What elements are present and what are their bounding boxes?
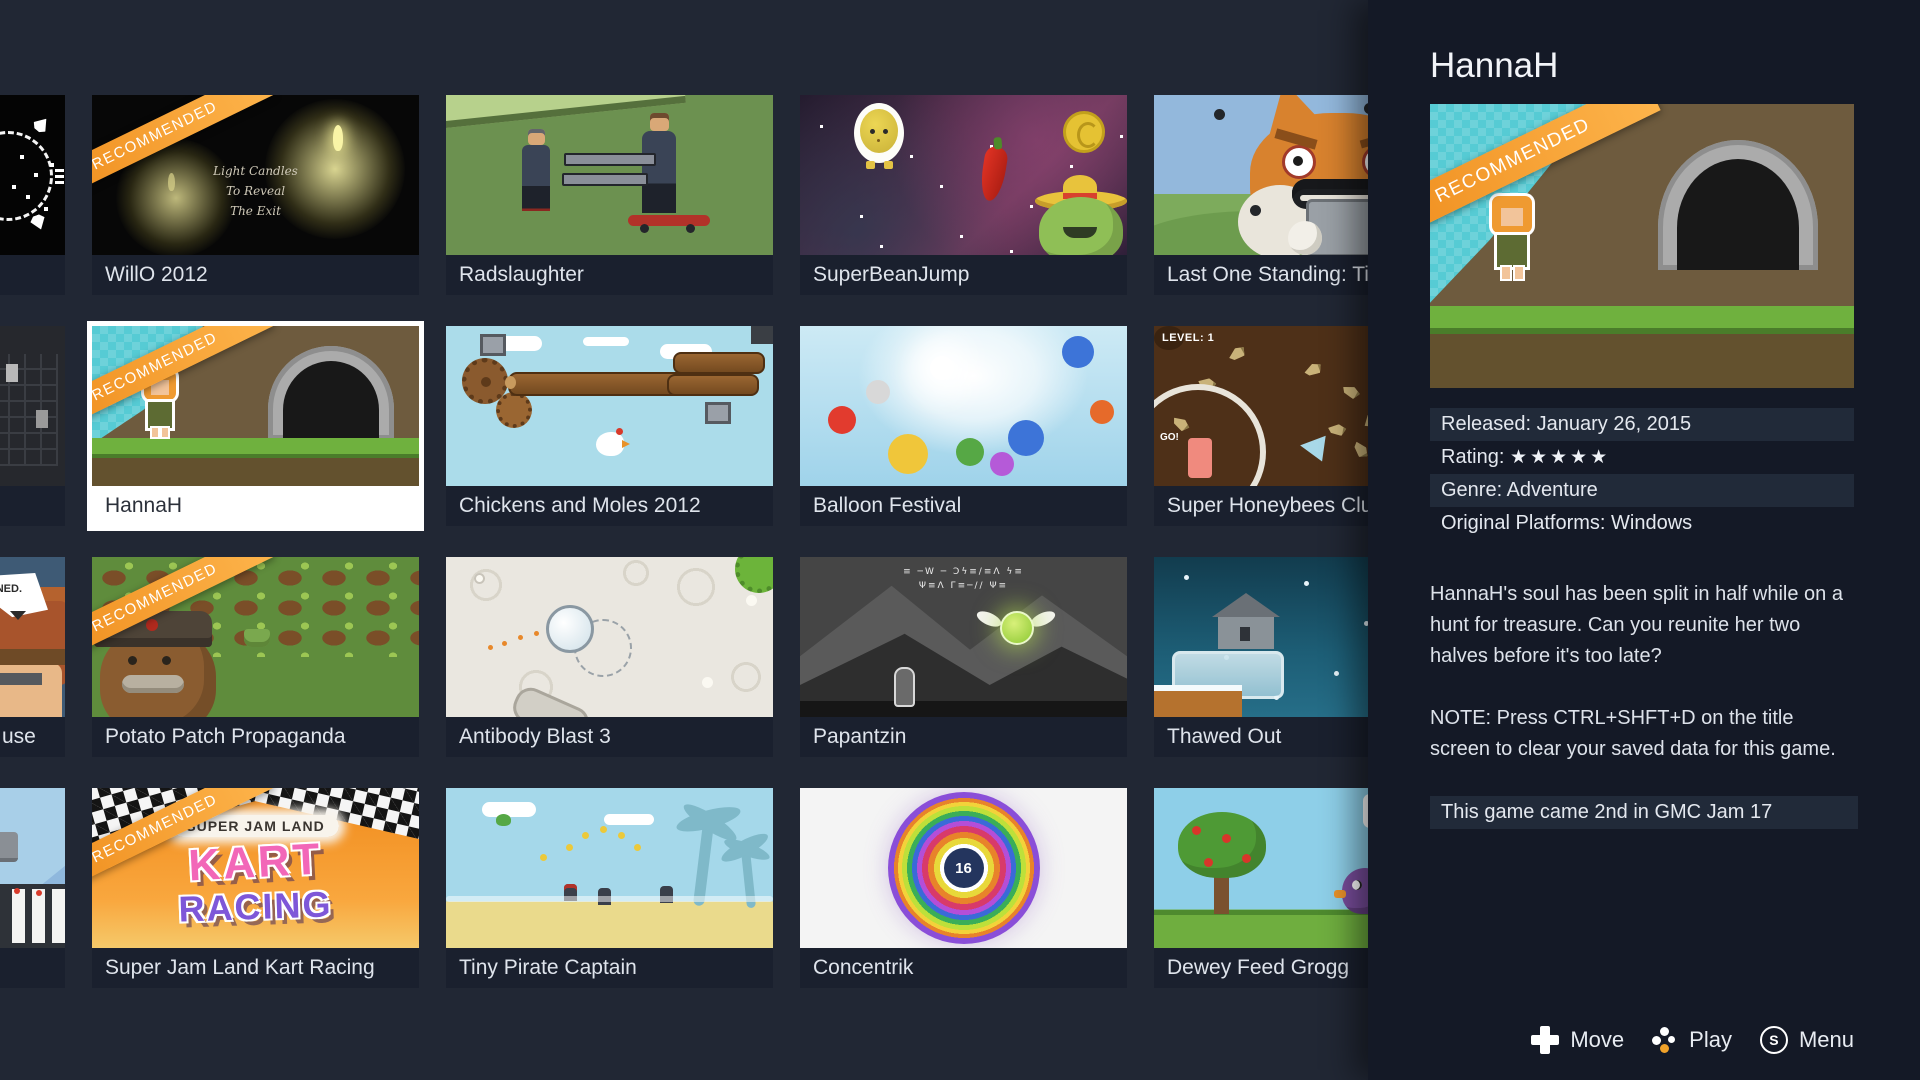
game-title: Papantzin: [800, 717, 1127, 757]
grid-row-2: RECOMMENDED HannaH Chickens and Moles 20…: [0, 326, 1368, 526]
game-thumbnail: [800, 326, 1127, 486]
description-paragraph: HannaH's soul has been split in half whi…: [1430, 579, 1858, 672]
game-thumbnail: ≡ ─W ─ Ͻϟ≡/≡Λ ϟ≡ Ψ≡Λ Γ≡─// Ψ≡: [800, 557, 1127, 717]
game-thumbnail: RECOMMENDED: [92, 326, 419, 486]
game-tile-radslaughter[interactable]: Radslaughter: [446, 95, 773, 295]
game-tile-potato-patch-propaganda[interactable]: RECOMMENDED Potato Patch Propaganda: [92, 557, 419, 757]
dpad-icon: [1531, 1026, 1559, 1054]
game-tile-partial-space[interactable]: [0, 95, 65, 295]
thumbnail-caption: Light Candles To Reveal The Exit: [92, 161, 419, 221]
game-title: Balloon Festival: [800, 486, 1127, 526]
rune-text: ≡ ─W ─ Ͻϟ≡/≡Λ ϟ≡ Ψ≡Λ Γ≡─// Ψ≡: [800, 565, 1127, 593]
grid-row-1: Light Candles To Reveal The Exit RECOMME…: [0, 95, 1368, 295]
game-tile-tiny-pirate-captain[interactable]: Tiny Pirate Captain: [446, 788, 773, 988]
menu-label: Menu: [1799, 1027, 1854, 1053]
game-title: Concentrik: [800, 948, 1127, 988]
game-tile-partial-grid[interactable]: [0, 326, 65, 526]
game-tile-balloon-festival[interactable]: Balloon Festival: [800, 326, 1127, 526]
meta-released: Released: January 26, 2015: [1430, 408, 1854, 441]
rating-label: Rating:: [1441, 446, 1504, 468]
grid-row-3: NED. use RECOMMENDED Potato Patch Propag…: [0, 557, 1368, 757]
game-title: WillO 2012: [92, 255, 419, 295]
game-title: Chickens and Moles 2012: [446, 486, 773, 526]
game-tile-partial-chickens[interactable]: [0, 788, 65, 988]
game-tile-antibody-blast-3[interactable]: Antibody Blast 3: [446, 557, 773, 757]
game-title: HannaH: [92, 486, 419, 526]
play-button[interactable]: Play: [1652, 1027, 1732, 1053]
controller-hints: Move Play S Menu: [1531, 1026, 1854, 1054]
detail-panel: HannaH RECOMMENDED Released: January 26,…: [1368, 0, 1920, 1080]
game-meta-list: Released: January 26, 2015 Rating: ★★★★★…: [1430, 408, 1854, 540]
game-title: Potato Patch Propaganda: [92, 717, 419, 757]
game-thumbnail: [800, 95, 1127, 255]
game-grid: Light Candles To Reveal The Exit RECOMME…: [0, 95, 1368, 1019]
game-title: Super Jam Land Kart Racing: [92, 948, 419, 988]
move-button[interactable]: Move: [1531, 1026, 1624, 1054]
concentrik-number: 16: [944, 848, 984, 888]
game-tile-superbeanjump[interactable]: SuperBeanJump: [800, 95, 1127, 295]
select-button-icon: S: [1760, 1026, 1788, 1054]
game-title: SuperBeanJump: [800, 255, 1127, 295]
game-thumbnail: [446, 557, 773, 717]
meta-genre: Genre: Adventure: [1430, 474, 1854, 507]
game-thumbnail: [446, 95, 773, 255]
page-title: HannaH: [1430, 46, 1854, 86]
game-thumbnail: SUPER JAM LAND KART RACING RECOMMENDED: [92, 788, 419, 948]
game-thumbnail: 16: [800, 788, 1127, 948]
game-tile-papantzin[interactable]: ≡ ─W ─ Ͻϟ≡/≡Λ ϟ≡ Ψ≡Λ Γ≡─// Ψ≡ Papantzin: [800, 557, 1127, 757]
move-label: Move: [1570, 1027, 1624, 1053]
game-thumbnail: [0, 326, 65, 486]
star-rating-icons: ★★★★★: [1510, 447, 1610, 468]
award-badge: This game came 2nd in GMC Jam 17: [1430, 796, 1858, 829]
meta-rating: Rating: ★★★★★: [1430, 441, 1854, 474]
menu-button[interactable]: S Menu: [1760, 1026, 1854, 1054]
meta-platforms: Original Platforms: Windows: [1430, 507, 1854, 540]
game-tile-partial-cowboy[interactable]: NED. use: [0, 557, 65, 757]
game-thumbnail: [446, 326, 773, 486]
game-tile-concentrik[interactable]: 16 Concentrik: [800, 788, 1127, 988]
game-title: Tiny Pirate Captain: [446, 948, 773, 988]
game-description: HannaH's soul has been split in half whi…: [1430, 579, 1858, 765]
game-title: [0, 255, 65, 295]
detail-thumbnail: RECOMMENDED: [1430, 104, 1854, 388]
game-tile-hannah-selected[interactable]: RECOMMENDED HannaH: [92, 326, 419, 526]
game-title: [0, 486, 65, 526]
game-thumbnail: [0, 95, 65, 255]
game-title: [0, 948, 65, 988]
game-thumbnail: Light Candles To Reveal The Exit RECOMME…: [92, 95, 419, 255]
game-thumbnail: RECOMMENDED: [92, 557, 419, 717]
game-tile-chickens-and-moles[interactable]: Chickens and Moles 2012: [446, 326, 773, 526]
game-title: Antibody Blast 3: [446, 717, 773, 757]
game-title: use: [0, 717, 65, 757]
game-thumbnail: [446, 788, 773, 948]
play-label: Play: [1689, 1027, 1732, 1053]
face-buttons-icon: [1652, 1027, 1678, 1053]
game-thumbnail: NED.: [0, 557, 65, 717]
game-thumbnail: [0, 788, 65, 948]
game-title: Radslaughter: [446, 255, 773, 295]
game-tile-willo-2012[interactable]: Light Candles To Reveal The Exit RECOMME…: [92, 95, 419, 295]
game-tile-super-jam-land-kart-racing[interactable]: SUPER JAM LAND KART RACING RECOMMENDED S…: [92, 788, 419, 988]
level-text: LEVEL: 1: [1162, 332, 1214, 344]
grid-row-4: SUPER JAM LAND KART RACING RECOMMENDED S…: [0, 788, 1368, 988]
description-note: NOTE: Press CTRL+SHFT+D on the title scr…: [1430, 703, 1858, 765]
